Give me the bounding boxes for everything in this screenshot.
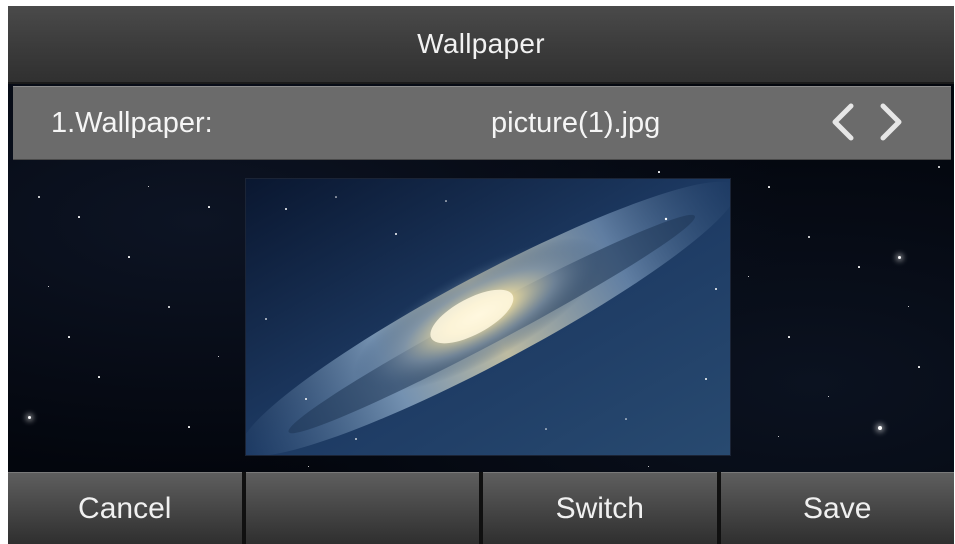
star: [68, 336, 70, 338]
empty-softkey[interactable]: [245, 472, 479, 544]
save-button[interactable]: Save: [720, 472, 954, 544]
star: [908, 306, 909, 307]
star: [168, 306, 170, 308]
wallpaper-setting-row[interactable]: 1.Wallpaper: picture(1).jpg: [13, 86, 951, 160]
star: [148, 186, 149, 187]
star: [878, 426, 882, 430]
star: [658, 171, 660, 173]
star: [938, 166, 940, 168]
star: [648, 466, 649, 467]
star: [208, 206, 210, 208]
star: [788, 336, 790, 338]
star: [858, 266, 860, 268]
setting-value: picture(1).jpg: [491, 107, 661, 139]
star: [308, 466, 309, 467]
star: [898, 256, 901, 259]
star: [218, 356, 219, 357]
switch-button[interactable]: Switch: [483, 472, 717, 544]
star: [808, 236, 810, 238]
star: [78, 216, 80, 218]
star: [828, 396, 829, 397]
star: [748, 276, 749, 277]
star: [98, 376, 100, 378]
softkey-bar: Cancel Switch Save: [8, 472, 954, 544]
star: [38, 196, 40, 198]
star: [128, 256, 130, 258]
title-bar: Wallpaper: [8, 6, 954, 84]
star: [48, 286, 49, 287]
cancel-button[interactable]: Cancel: [8, 472, 242, 544]
star: [778, 436, 779, 437]
chevron-left-icon[interactable]: [823, 99, 863, 145]
setting-label: 1.Wallpaper:: [51, 107, 213, 139]
phone-screen: Wallpaper 1.Wallpaper: picture(1).jpg Ca…: [8, 6, 954, 544]
star: [28, 416, 31, 419]
wallpaper-preview-image: [245, 178, 731, 456]
page-title: Wallpaper: [417, 28, 545, 59]
star: [918, 366, 920, 368]
star: [768, 186, 770, 188]
star: [188, 426, 190, 428]
chevron-right-icon[interactable]: [871, 99, 911, 145]
